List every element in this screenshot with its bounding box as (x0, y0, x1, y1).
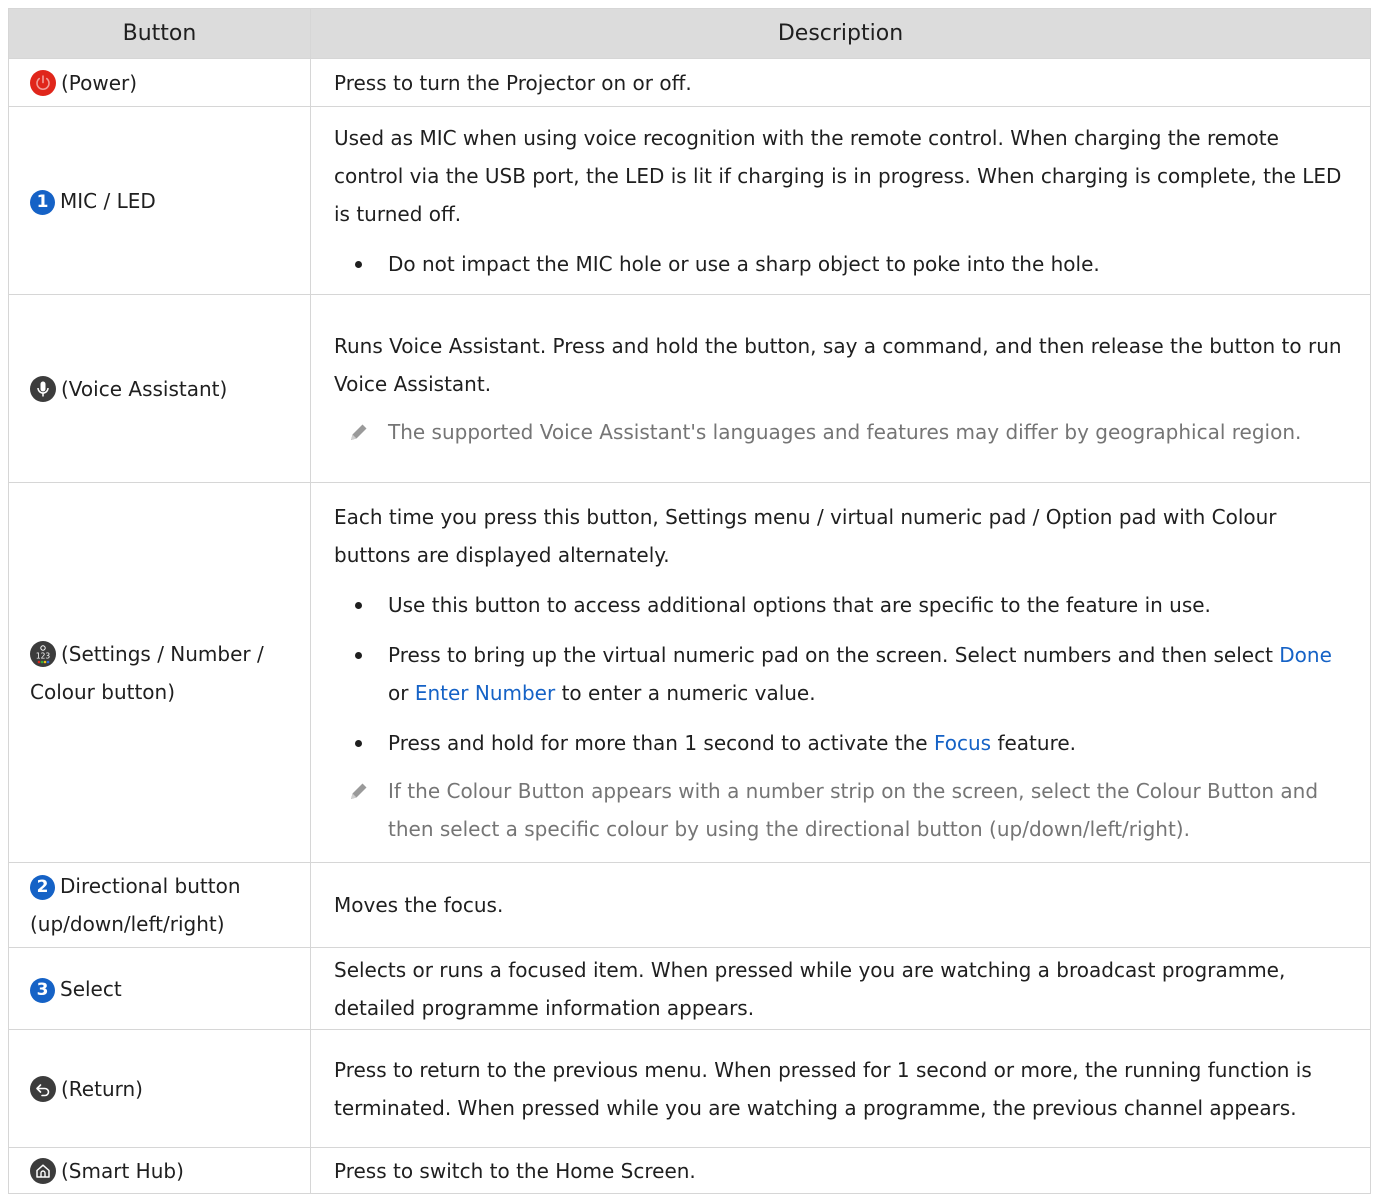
table-row: 3 Select Selects or runs a focused item. … (8, 947, 1371, 1030)
button-label: MIC / LED (60, 188, 156, 213)
bullet-item: Press to bring up the virtual numeric pa… (334, 636, 1354, 712)
home-icon (30, 1157, 56, 1184)
bullet-item: Use this button to access additional opt… (334, 586, 1354, 624)
power-icon (30, 69, 56, 96)
button-label: (Return) (61, 1076, 143, 1101)
table-row: (Return) Press to return to the previous… (8, 1029, 1371, 1148)
description-cell: Runs Voice Assistant. Press and hold the… (310, 294, 1371, 483)
menu-link-done[interactable]: Done (1279, 643, 1332, 667)
description-text: Press to return to the previous menu. Wh… (334, 1057, 1312, 1120)
callout-badge: 1 (30, 189, 55, 215)
description-cell: Press to switch to the Home Screen. (310, 1147, 1371, 1194)
svg-text:123: 123 (36, 651, 51, 660)
pencil-note-icon (351, 424, 367, 440)
button-cell: (Voice Assistant) (8, 294, 311, 483)
column-header-button: Button (8, 8, 311, 59)
description-cell: Each time you press this button, Setting… (310, 482, 1371, 863)
button-cell: 123 (Settings / Number / Colour button) (8, 482, 311, 863)
description-text: Runs Voice Assistant. Press and hold the… (334, 333, 1342, 396)
table-row: 1 MIC / LED Used as MIC when using voice … (8, 106, 1371, 295)
microphone-icon (30, 375, 56, 402)
note-item: The supported Voice Assistant's language… (334, 413, 1354, 451)
menu-link-focus[interactable]: Focus (934, 731, 991, 755)
pencil-note-icon (351, 783, 367, 799)
button-label: (Smart Hub) (61, 1158, 184, 1183)
button-label: (Settings / Number / Colour button) (30, 641, 264, 704)
description-text: Moves the focus. (334, 893, 504, 917)
button-label: Select (60, 976, 122, 1001)
description-text: Selects or runs a focused item. When pre… (334, 957, 1286, 1020)
button-label: (Voice Assistant) (61, 376, 228, 401)
note-item: If the Colour Button appears with a numb… (334, 772, 1354, 848)
description-cell: Press to return to the previous menu. Wh… (310, 1029, 1371, 1148)
description-cell: Used as MIC when using voice recognition… (310, 106, 1371, 295)
callout-badge: 2 (30, 875, 55, 900)
button-cell: (Smart Hub) (8, 1147, 311, 1194)
description-text: Press to switch to the Home Screen. (334, 1158, 696, 1183)
menu-link-enter-number[interactable]: Enter Number (415, 681, 555, 705)
table-row: (Voice Assistant) Runs Voice Assistant. … (8, 294, 1371, 483)
button-cell: (Return) (8, 1029, 311, 1148)
description-cell: Moves the focus. (310, 862, 1371, 948)
description-cell: Press to turn the Projector on or off. (310, 58, 1371, 107)
table-row: (Power) Press to turn the Projector on o… (8, 58, 1371, 107)
table-row: (Smart Hub) Press to switch to the Home … (8, 1147, 1371, 1194)
bullet-item: Press and hold for more than 1 second to… (334, 724, 1354, 762)
table-row: 123 (Settings / Number / Colour button) … (8, 482, 1371, 863)
bullet-item: Do not impact the MIC hole or use a shar… (334, 245, 1354, 283)
button-label: (Power) (61, 70, 138, 95)
remote-control-table: Button Description (Power) Press to turn… (8, 8, 1371, 1194)
description-text: Press to turn the Projector on or off. (334, 70, 692, 95)
button-cell: 2 Directional button (up/down/left/right) (8, 862, 311, 948)
table-header-row: Button Description (8, 8, 1371, 59)
button-label: Directional button (up/down/left/right) (30, 874, 241, 936)
callout-badge: 3 (30, 977, 55, 1003)
button-cell: (Power) (8, 58, 311, 107)
description-text: Used as MIC when using voice recognition… (334, 125, 1342, 226)
description-cell: Selects or runs a focused item. When pre… (310, 947, 1371, 1030)
return-icon (30, 1075, 56, 1102)
column-header-description: Description (310, 8, 1371, 59)
description-text: Each time you press this button, Setting… (334, 504, 1277, 567)
settings-number-color-icon: 123 (30, 640, 56, 667)
button-cell: 1 MIC / LED (8, 106, 311, 295)
table-row: 2 Directional button (up/down/left/right)… (8, 862, 1371, 948)
button-cell: 3 Select (8, 947, 311, 1030)
